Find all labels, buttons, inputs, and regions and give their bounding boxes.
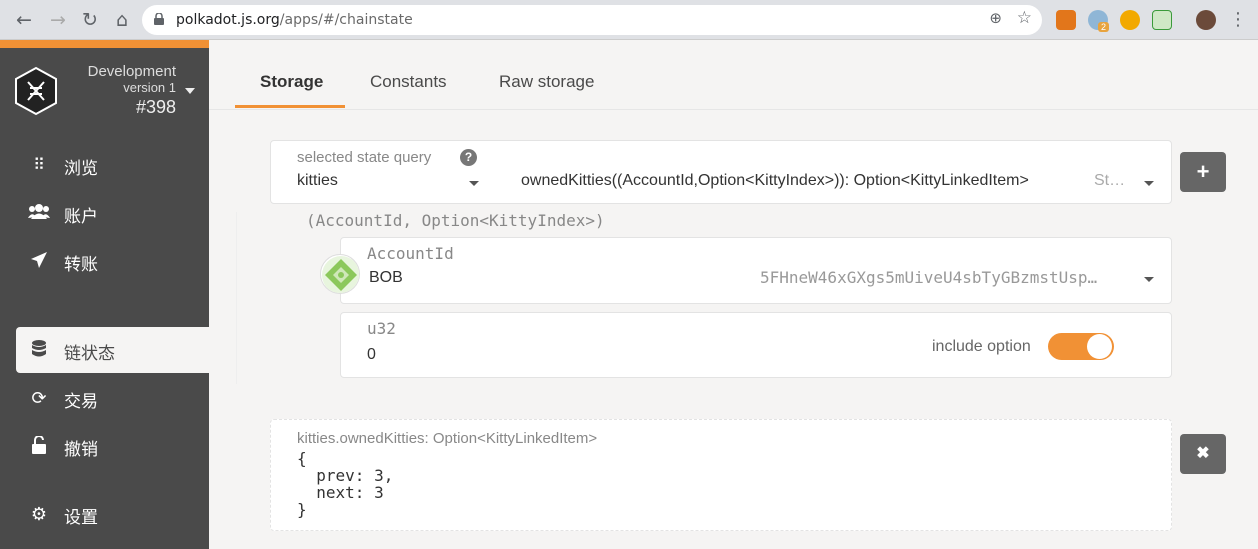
back-icon[interactable]: ← <box>12 8 36 32</box>
sidebar-item-settings[interactable]: ⚙ 设置 <box>16 491 209 537</box>
method-select[interactable]: ownedKitties((AccountId,Option<KittyInde… <box>521 172 1029 190</box>
add-query-button[interactable]: + <box>1180 152 1226 192</box>
module-select[interactable]: kitties <box>297 172 338 190</box>
u32-value-input[interactable]: 0 <box>367 346 376 364</box>
chain-version: version 1 <box>123 80 176 95</box>
params-title: (AccountId, Option<KittyIndex>) <box>306 211 605 230</box>
sidebar-item-transfer[interactable]: 转账 <box>16 238 209 284</box>
sidebar-item-extrinsics[interactable]: ⟳ 交易 <box>16 375 209 421</box>
grid-icon: ⠿ <box>33 155 45 174</box>
sidebar-accent-bar <box>0 40 209 48</box>
tab-raw-storage[interactable]: Raw storage <box>499 72 594 92</box>
module-dropdown-icon[interactable] <box>469 181 479 186</box>
sidebar-item-chainstate[interactable]: 链状态 <box>16 327 209 373</box>
more-menu-icon[interactable]: ⋮ <box>1226 8 1250 32</box>
account-id-label: AccountId <box>367 244 454 263</box>
forward-icon[interactable]: → <box>46 8 70 32</box>
send-icon <box>28 251 50 271</box>
browser-toolbar: ← → ↻ ⌂ polkadot.js.org/apps/#/chainstat… <box>0 0 1258 40</box>
sidebar-item-accounts[interactable]: 账户 <box>16 190 209 236</box>
account-dropdown-icon[interactable] <box>1144 277 1154 282</box>
bookmark-star-icon[interactable]: ☆ <box>1017 8 1032 28</box>
include-option-label: include option <box>932 338 1031 355</box>
tab-bar: Storage Constants Raw storage <box>209 40 1258 110</box>
account-id-field[interactable]: AccountId BOB 5FHneW46xGXgs5mUiveU4sbTyG… <box>340 237 1172 304</box>
chain-name: Development <box>87 63 176 80</box>
include-option-toggle[interactable] <box>1048 333 1114 360</box>
extension-badge: 2 <box>1098 22 1110 32</box>
lock-icon <box>154 13 164 25</box>
sync-icon: ⟳ <box>31 388 47 409</box>
sidebar-item-sudo[interactable]: 撤销 <box>16 423 209 469</box>
zoom-icon[interactable]: ⊕ <box>989 9 1002 27</box>
a-extension-icon[interactable] <box>1152 10 1172 30</box>
metamask-extension-icon[interactable] <box>1056 10 1076 30</box>
chain-dropdown-icon[interactable] <box>185 88 195 94</box>
account-address: 5FHneW46xGXgs5mUiveU4sbTyGBzmstUsp… <box>760 268 1098 287</box>
home-icon[interactable]: ⌂ <box>110 8 134 32</box>
users-icon <box>28 203 50 223</box>
tab-constants[interactable]: Constants <box>370 72 447 92</box>
avatar[interactable] <box>1196 10 1216 30</box>
method-doc-text: St… <box>1094 172 1126 189</box>
help-icon[interactable]: ? <box>460 149 477 166</box>
bitcoin-extension-icon[interactable] <box>1120 10 1140 30</box>
toggle-knob <box>1087 334 1112 359</box>
block-number: #398 <box>135 97 176 117</box>
method-dropdown-icon[interactable] <box>1144 181 1154 186</box>
active-tab-underline <box>235 105 345 108</box>
query-result-card: kitties.ownedKitties: Option<KittyLinked… <box>270 419 1172 531</box>
remove-query-button[interactable]: ✖ <box>1180 434 1226 474</box>
result-body: { prev: 3, next: 3 } <box>297 449 394 519</box>
query-label: selected state query <box>297 149 432 166</box>
url-text: polkadot.js.org/apps/#/chainstate <box>176 12 413 28</box>
sidebar-item-explorer[interactable]: ⠿ 浏览 <box>16 142 209 188</box>
database-icon <box>28 340 50 360</box>
gears-icon: ⚙ <box>30 504 48 525</box>
state-query-card: selected state query ? kitties ownedKitt… <box>270 140 1172 204</box>
result-title: kitties.ownedKitties: Option<KittyLinked… <box>297 430 598 447</box>
account-name: BOB <box>369 269 403 286</box>
reload-icon[interactable]: ↻ <box>78 8 102 32</box>
unlock-icon <box>28 435 50 456</box>
account-identicon <box>320 254 360 294</box>
chain-logo-icon[interactable] <box>14 66 58 116</box>
tab-storage[interactable]: Storage <box>260 72 323 92</box>
u32-label: u32 <box>367 319 396 338</box>
sidebar: Development version 1 #398 ⠿ 浏览 账户 转账 链状… <box>0 40 209 549</box>
address-bar[interactable]: polkadot.js.org/apps/#/chainstate ⊕ ☆ <box>142 5 1042 35</box>
